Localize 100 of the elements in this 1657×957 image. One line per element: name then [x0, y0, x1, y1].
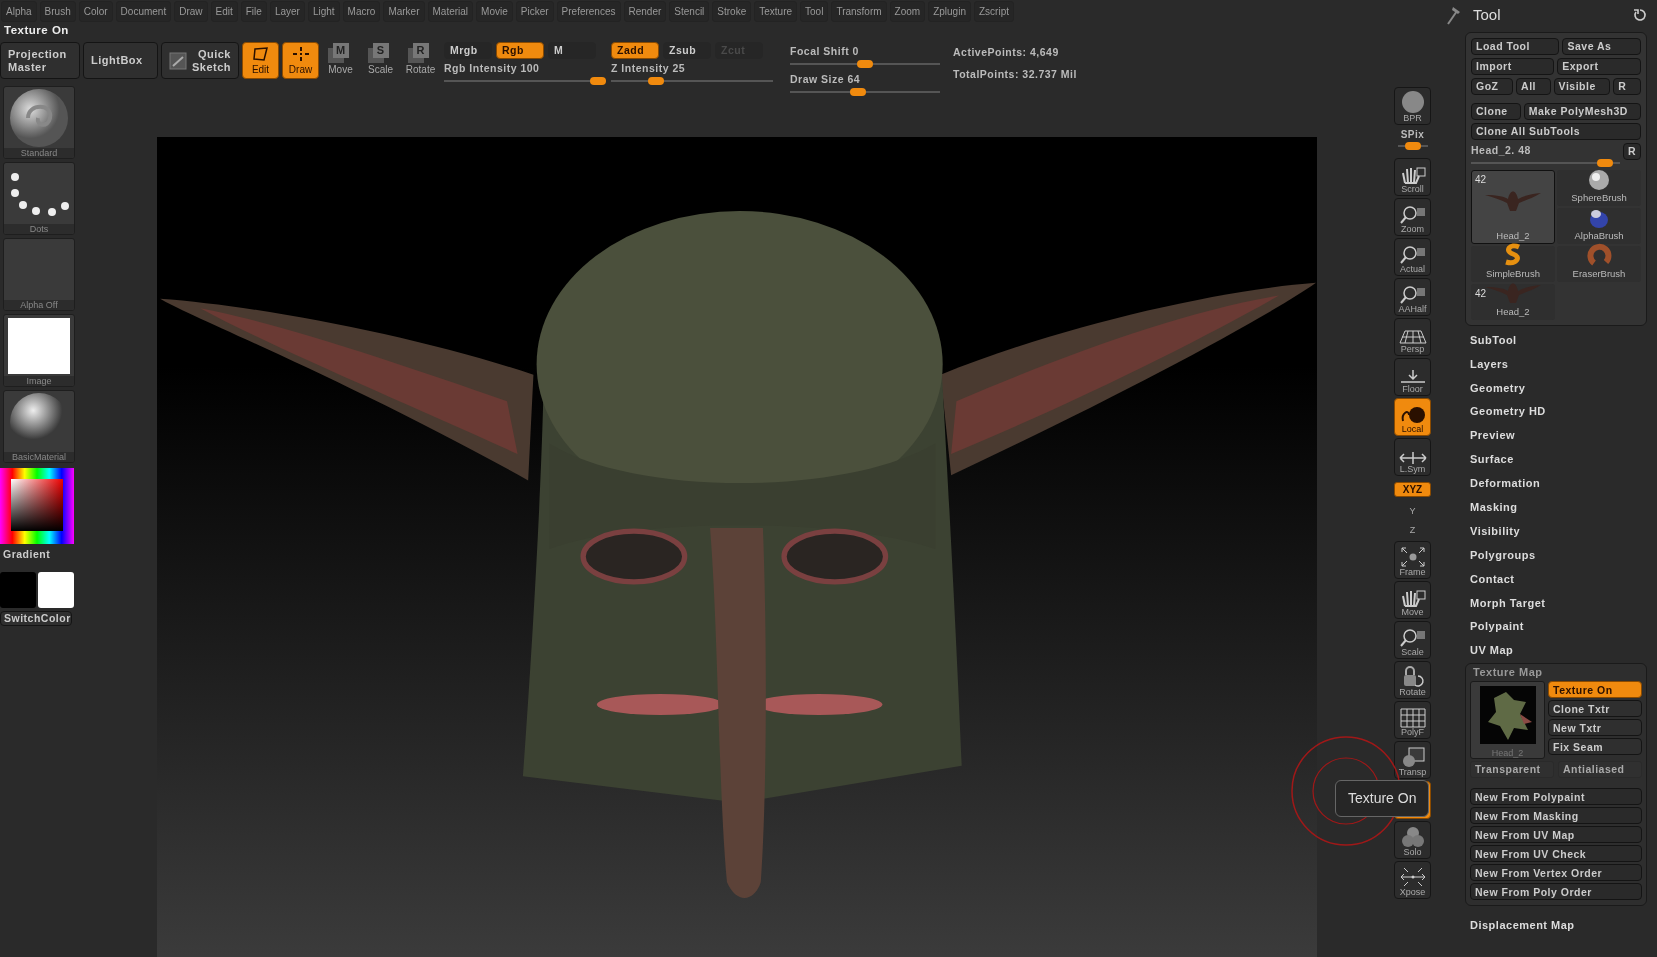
channel-button[interactable]: Zsub [663, 42, 711, 59]
tool-button[interactable]: Make PolyMesh3D [1523, 103, 1641, 120]
new-texture-button[interactable]: New From Masking [1470, 807, 1642, 825]
new-texture-button[interactable]: New From Polypaint [1470, 788, 1642, 806]
tool-button[interactable]: Import [1471, 58, 1555, 75]
slider-thumb[interactable] [647, 76, 664, 85]
channel-button[interactable]: M [548, 42, 596, 59]
section-header[interactable]: Layers [1445, 352, 1647, 377]
mode-button[interactable]: S Scale [362, 42, 399, 79]
lightbox-button[interactable]: LightBox [83, 42, 158, 79]
texture-button[interactable]: Texture On [1548, 681, 1642, 699]
menu-item[interactable]: Alpha [1, 0, 37, 22]
menu-item[interactable]: Light [307, 0, 340, 22]
tool-thumbnail[interactable]: AlphaBrush [1557, 207, 1641, 244]
texture-toggle[interactable]: Antialiased [1558, 761, 1642, 779]
menu-item[interactable]: Layer [269, 0, 305, 22]
menu-item[interactable]: Edit [210, 0, 238, 22]
viewport-tool-button[interactable]: Actual [1394, 238, 1431, 276]
axis-rotate-button[interactable]: Y [1409, 503, 1416, 520]
color-swatch[interactable] [0, 571, 36, 608]
section-header[interactable]: Polypaint [1445, 615, 1647, 640]
section-header[interactable]: UV Map [1445, 639, 1647, 664]
slider-thumb[interactable] [857, 59, 873, 68]
tool-thumbnail[interactable]: EraserBrush [1557, 245, 1641, 282]
viewport-tool-button[interactable]: Solo [1394, 821, 1431, 859]
channel-button[interactable]: Mrgb [444, 42, 492, 59]
section-header[interactable]: Geometry [1445, 376, 1647, 401]
mode-button[interactable]: M Move [322, 42, 359, 79]
menu-item[interactable]: Transform [831, 0, 887, 22]
channel-button[interactable]: Zadd [611, 42, 659, 59]
switch-color-button[interactable]: SwitchColor [0, 610, 72, 626]
tool-button[interactable]: Visible [1553, 78, 1611, 95]
viewport-tool-button[interactable]: Scale [1394, 621, 1431, 659]
new-texture-button[interactable]: New From Poly Order [1470, 883, 1642, 901]
shelf-tile[interactable]: Alpha Off [3, 238, 75, 311]
menu-item[interactable]: Draw [174, 0, 208, 22]
shelf-tile[interactable]: Standard [3, 86, 75, 159]
tool-thumbnail[interactable]: 42 Head_2 [1471, 169, 1555, 244]
axis-rotate-button[interactable]: Z [1409, 522, 1416, 539]
slider-thumb[interactable] [1597, 158, 1614, 167]
viewport-tool-button[interactable]: Move [1394, 581, 1431, 619]
menu-item[interactable]: File [240, 0, 267, 22]
menu-item[interactable]: Brush [39, 0, 76, 22]
refresh-icon[interactable] [1633, 8, 1647, 22]
menu-item[interactable]: Stroke [712, 0, 752, 22]
section-header[interactable]: Geometry HD [1445, 400, 1647, 425]
texture-button[interactable]: New Txtr [1548, 719, 1642, 737]
viewport-tool-button[interactable]: Persp [1394, 318, 1431, 356]
menu-item[interactable]: Zscript [973, 0, 1014, 22]
section-header[interactable]: Visibility [1445, 519, 1647, 544]
section-header[interactable]: Texture Map [1470, 664, 1642, 682]
viewport-tool-button[interactable]: Frame [1394, 541, 1431, 579]
menu-item[interactable]: Render [623, 0, 667, 22]
section-header[interactable]: Deformation [1445, 472, 1647, 496]
color-swatch[interactable] [38, 571, 74, 608]
menu-item[interactable]: Material [427, 0, 474, 22]
mode-button[interactable]: Draw [282, 42, 319, 79]
axis-rotate-button[interactable]: XYZ [1394, 482, 1431, 497]
section-header[interactable]: Polygroups [1445, 543, 1647, 568]
tool-button[interactable]: Load Tool [1471, 38, 1560, 55]
reset-button[interactable]: R [1622, 143, 1641, 160]
menu-item[interactable]: Tool [800, 0, 829, 22]
menu-item[interactable]: Picker [515, 0, 554, 22]
menu-item[interactable]: Texture [754, 0, 798, 22]
menu-item[interactable]: Macro [342, 0, 381, 22]
viewport-tool-button[interactable]: L.Sym [1394, 438, 1431, 476]
shelf-tile[interactable]: Image [3, 314, 75, 387]
slider-thumb[interactable] [590, 76, 606, 85]
viewport-tool-button[interactable]: Floor [1394, 358, 1431, 396]
viewport-tool-button[interactable]: Local [1394, 398, 1431, 436]
color-picker[interactable] [0, 468, 74, 544]
mode-button[interactable]: R Rotate [402, 42, 439, 79]
viewport-tool-button[interactable]: Transp [1394, 741, 1431, 779]
menu-item[interactable]: Movie [476, 0, 513, 22]
section-header[interactable]: Contact [1445, 567, 1647, 592]
channel-button[interactable]: Rgb [496, 42, 544, 59]
viewport-tool-button[interactable]: AAHalf [1394, 278, 1431, 316]
menu-item[interactable]: Marker [383, 0, 425, 22]
viewport-tool-button[interactable]: Zoom [1394, 198, 1431, 236]
section-header[interactable]: Morph Target [1445, 591, 1647, 616]
tool-button[interactable]: GoZ [1471, 78, 1514, 95]
viewport-tool-button[interactable]: Scroll [1394, 158, 1431, 196]
section-header[interactable]: Masking [1445, 496, 1647, 520]
menu-item[interactable]: Document [115, 0, 172, 22]
shelf-tile[interactable]: Dots [3, 162, 75, 235]
tool-button[interactable]: All [1516, 78, 1551, 95]
menu-item[interactable]: Preferences [556, 0, 621, 22]
shelf-tile[interactable]: BasicMaterial [3, 390, 75, 463]
section-header[interactable]: SubTool [1445, 328, 1647, 353]
viewport-tool-button[interactable]: Xpose [1394, 861, 1431, 899]
viewport-tool-button[interactable]: Rotate [1394, 661, 1431, 699]
viewport-tool-button[interactable]: PolyF [1394, 701, 1431, 739]
slider-thumb[interactable] [1404, 142, 1421, 150]
section-header[interactable]: Displacement Map [1445, 914, 1647, 939]
tool-button[interactable]: Export [1557, 58, 1641, 75]
slider-thumb[interactable] [850, 87, 867, 96]
texture-button[interactable]: Clone Txtr [1548, 700, 1642, 718]
menu-item[interactable]: Stencil [669, 0, 710, 22]
viewport-tool-button[interactable]: BPR [1394, 87, 1431, 125]
projection-master-button[interactable]: Projection Master [0, 42, 80, 79]
